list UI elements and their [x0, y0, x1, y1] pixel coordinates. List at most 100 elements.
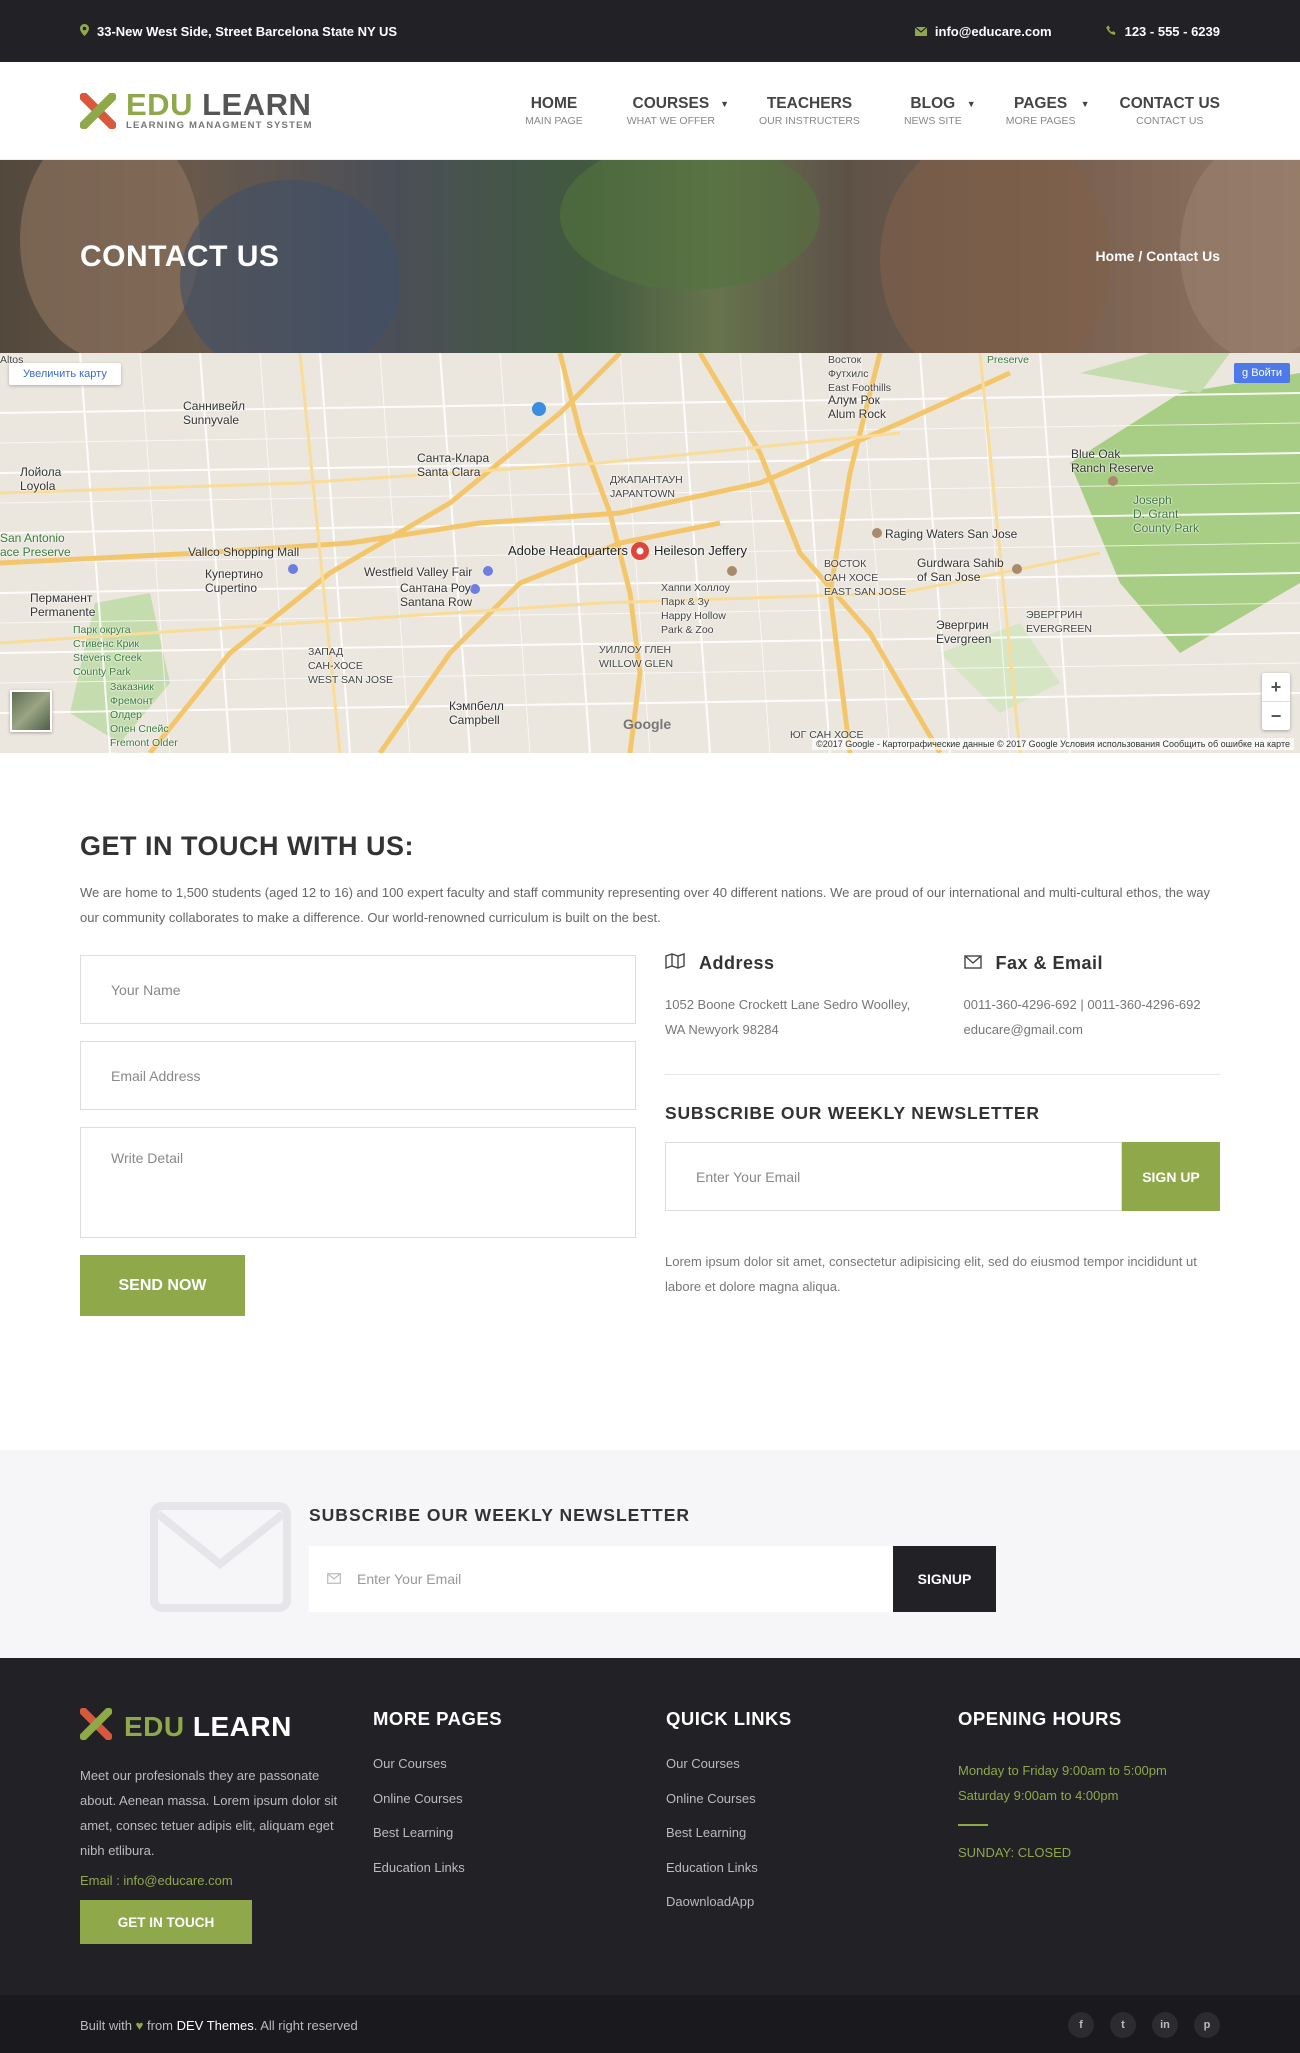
nav-home-sub: MAIN PAGE: [525, 114, 583, 127]
pinterest-icon[interactable]: p: [1194, 2012, 1220, 2038]
get-in-touch-button[interactable]: GET IN TOUCH: [80, 1900, 252, 1944]
nav-teachers-title: TEACHERS: [766, 94, 853, 112]
footer-link[interactable]: Our Courses: [666, 1756, 792, 1791]
hours-sunday: SUNDAY: CLOSED: [958, 1845, 1072, 1860]
map-icon: [665, 953, 685, 974]
linkedin-icon[interactable]: in: [1152, 2012, 1178, 2038]
fax-title: Fax & Email: [995, 953, 1104, 973]
address-title: Address: [699, 953, 775, 973]
footer-link[interactable]: Best Learning: [666, 1825, 792, 1860]
footer-link[interactable]: Online Courses: [666, 1791, 792, 1826]
contact-section: GET IN TOUCH WITH US: We are home to 1,5…: [0, 753, 1300, 1450]
logo-name-part2: LEARN: [202, 87, 312, 122]
caret-down-icon: ▼: [966, 98, 976, 109]
nav-courses-title: COURSES: [632, 94, 710, 112]
zoom-in-button[interactable]: +: [1262, 673, 1290, 701]
logo-tagline: LEARNING MANAGMENT SYSTEM: [126, 120, 313, 131]
nav-blog[interactable]: BLOG NEWS SITE ▼: [904, 94, 976, 127]
nav-courses-sub: WHAT WE OFFER: [626, 114, 716, 127]
nav-home[interactable]: HOME MAIN PAGE: [525, 95, 583, 127]
map-label-eastfoothills: Восток Футхилс East Foothills: [828, 354, 892, 394]
map-label-ragingwaters: Raging Waters San Jose: [885, 527, 1018, 541]
map-label-adobe: Adobe Headquarters: [508, 543, 628, 558]
address-line1: 1052 Boone Crockett Lane Sedro Woolley,: [665, 997, 911, 1012]
map-pin-icon: [80, 23, 89, 39]
band-signup-button[interactable]: SIGNUP: [893, 1546, 996, 1612]
nav-teachers[interactable]: TEACHERS OUR INSTRUCTERS: [759, 95, 860, 127]
detail-textarea[interactable]: Write Detail: [80, 1127, 636, 1238]
nav-courses[interactable]: COURSES WHAT WE OFFER ▼: [626, 94, 729, 127]
page-title: CONTACT US: [80, 240, 280, 273]
name-input[interactable]: Your Name: [80, 955, 636, 1024]
footer-about: EDU LEARN Meet our profesionals they are…: [79, 1707, 340, 1944]
caret-down-icon: ▼: [720, 98, 730, 109]
top-address: 33-New West Side, Street Barcelona State…: [97, 23, 398, 39]
copyright-text: Built with ♥ from DEV Themes. All right …: [80, 2018, 1068, 2033]
facebook-icon[interactable]: f: [1068, 2012, 1094, 2038]
zoom-out-button[interactable]: −: [1262, 702, 1290, 730]
envelope-large-icon: [150, 1502, 291, 1617]
footer-more-pages: MORE PAGES Our Courses Online Courses Be…: [373, 1708, 502, 1894]
nav-contact-sub: CONTACT US: [1136, 114, 1204, 127]
footer-logo[interactable]: EDU LEARN: [79, 1707, 340, 1745]
newsletter-form: Enter Your Email SIGN UP: [665, 1142, 1220, 1211]
band-email-input[interactable]: Enter Your Email: [309, 1546, 893, 1612]
main-nav: HOME MAIN PAGE COURSES WHAT WE OFFER ▼ T…: [525, 95, 1220, 127]
google-map[interactable]: Саннивейл Sunnyvale Санта-Клара Santa Cl…: [0, 353, 1300, 753]
phone-icon: [1105, 24, 1117, 39]
nav-blog-title: BLOG: [910, 94, 956, 112]
nav-teachers-sub: OUR INSTRUCTERS: [759, 114, 860, 127]
map-login-button[interactable]: g Войти: [1234, 363, 1290, 383]
map-label-fremontolder: Заказник Фремонт Олдер Опен Спейс Fremon…: [110, 681, 178, 753]
map-label-stevenscreek: Парк округа Стивенс Крик Stevens Creek C…: [73, 624, 142, 678]
contact-email-link[interactable]: educare@gmail.com: [964, 1017, 1221, 1042]
quick-links-title: QUICK LINKS: [666, 1708, 792, 1729]
nav-contact[interactable]: CONTACT US CONTACT US: [1120, 95, 1220, 127]
footer-quick-links: QUICK LINKS Our Courses Online Courses B…: [666, 1708, 792, 1929]
footer-opening-hours: OPENING HOURS Monday to Friday 9:00am to…: [958, 1708, 1167, 1865]
map-label-preserve: Preserve: [987, 354, 1030, 366]
envelope-icon: [914, 24, 928, 39]
breadcrumb[interactable]: Home / Contact Us: [1096, 248, 1220, 264]
info-divider: [665, 1074, 1220, 1075]
map-label-santanarow: Сантана Роу Santana Row: [400, 581, 473, 609]
satellite-toggle[interactable]: [10, 690, 52, 732]
newsletter-email-input[interactable]: Enter Your Email: [665, 1142, 1122, 1211]
map-label-evergreen: Эвергрин Evergreen: [936, 618, 992, 646]
email-input[interactable]: Email Address: [80, 1041, 636, 1110]
footer-logo-part1: EDU: [124, 1710, 185, 1742]
opening-hours-title: OPENING HOURS: [958, 1708, 1122, 1729]
hours-divider: [958, 1824, 988, 1826]
nav-pages[interactable]: PAGES MORE PAGES ▼: [1006, 94, 1090, 127]
map-credits[interactable]: ©2017 Google - Картографические данные ©…: [812, 738, 1294, 750]
map-label-japantown: ДЖАПАНТАУН JAPANTOWN: [610, 474, 683, 500]
envelope-icon: [963, 953, 982, 974]
credit-from: from: [147, 2017, 173, 2033]
map-label-santaclara: Санта-Клара Santa Clara: [417, 451, 490, 479]
footer-link[interactable]: Education Links: [373, 1860, 502, 1895]
footer-link[interactable]: Best Learning: [373, 1825, 502, 1860]
send-now-button[interactable]: SEND NOW: [80, 1255, 245, 1316]
site-logo[interactable]: EDU LEARN LEARNING MANAGMENT SYSTEM: [79, 87, 525, 131]
sign-up-button[interactable]: SIGN UP: [1122, 1142, 1220, 1211]
footer-link[interactable]: DaownloadApp: [666, 1894, 792, 1929]
copyright-bar: Built with ♥ from DEV Themes. All right …: [0, 1995, 1300, 2053]
footer-link[interactable]: Online Courses: [373, 1791, 502, 1826]
address-line2: WA Newyork 98284: [665, 1022, 779, 1037]
footer-email-link[interactable]: Email : info@educare.com: [80, 1873, 340, 1888]
top-bar: 33-New West Side, Street Barcelona State…: [0, 0, 1300, 62]
band-email-placeholder: Enter Your Email: [357, 1571, 462, 1587]
nav-pages-title: PAGES: [1014, 94, 1068, 112]
map-label-evergreen-district: ЭВЕРГРИН EVERGREEN: [1026, 609, 1092, 635]
map-label-gurdwara: Gurdwara Sahib of San Jose: [917, 556, 1004, 584]
social-links: f t in p: [1068, 2012, 1220, 2038]
envelope-icon: [327, 1571, 341, 1587]
top-email-link[interactable]: info@educare.com: [935, 24, 1052, 39]
footer-link[interactable]: Our Courses: [373, 1756, 502, 1791]
twitter-icon[interactable]: t: [1110, 2012, 1136, 2038]
credit-brand-link[interactable]: DEV Themes: [177, 2018, 254, 2033]
logo-cross-icon: [79, 1707, 113, 1745]
enlarge-map-button[interactable]: Увеличить карту: [9, 363, 121, 385]
footer-link[interactable]: Education Links: [666, 1860, 792, 1895]
heart-icon: ♥: [135, 2017, 144, 2033]
